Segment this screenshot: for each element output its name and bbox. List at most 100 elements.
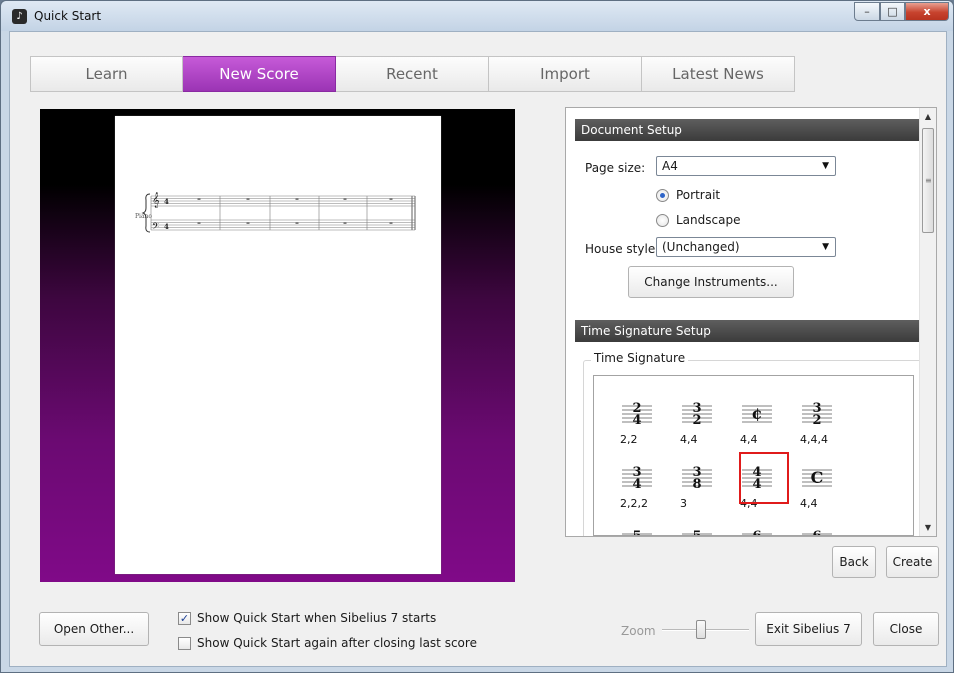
close-icon: x <box>923 5 931 18</box>
time-signature-option[interactable]: 3 2 4,4 <box>676 388 736 450</box>
time-signature-numerator: 6 <box>812 529 821 536</box>
time-signature-numerator: 5 <box>692 529 701 536</box>
window-title: Quick Start <box>34 9 102 23</box>
landscape-label: Landscape <box>676 213 741 227</box>
selection-highlight <box>739 452 789 504</box>
time-signature-option[interactable]: 5 <box>616 516 676 536</box>
time-signature-symbol: ¢ <box>751 404 762 423</box>
beam-grouping-label: 2,2 <box>620 433 638 446</box>
time-signature-denominator: 2 <box>812 413 821 428</box>
scroll-down-icon[interactable]: ▼ <box>920 519 936 536</box>
time-signature-glyph: 32 <box>802 401 832 428</box>
time-signature-option[interactable]: ¢ 4,4 <box>736 388 796 450</box>
svg-text:4: 4 <box>164 197 169 206</box>
time-signature-numerator: 6 <box>752 529 761 536</box>
scrollbar-thumb[interactable]: ≡ <box>922 128 934 233</box>
time-signature-denominator: 4 <box>632 477 641 492</box>
show-again-label: Show Quick Start again after closing las… <box>197 636 477 650</box>
tab-bar: Learn New Score Recent Import Latest New… <box>30 56 798 92</box>
time-signature-glyph: 6 <box>802 529 832 536</box>
minimize-icon: – <box>864 5 870 18</box>
beam-grouping-label: 2,2,2 <box>620 497 648 510</box>
maximize-icon: □ <box>887 5 898 18</box>
setup-panel-scrollbar[interactable]: ▲ ≡ ▼ <box>919 108 936 536</box>
score-preview-page: Piano 𝄞 𝄢 4 4 <box>115 116 441 574</box>
time-signature-denominator: 8 <box>692 477 701 492</box>
time-signature-option[interactable]: 4 4 4,4 <box>736 452 796 514</box>
svg-text:4: 4 <box>164 222 169 231</box>
tab-latest-news[interactable]: Latest News <box>642 56 795 92</box>
page-size-select[interactable]: A4 ▼ <box>656 156 836 176</box>
quick-start-content: Learn New Score Recent Import Latest New… <box>9 31 947 667</box>
time-signature-option[interactable]: 5 <box>676 516 736 536</box>
beam-grouping-label: 4,4,4 <box>800 433 828 446</box>
instrument-label: Piano <box>135 213 152 220</box>
close-window-button[interactable]: x <box>905 2 949 21</box>
piano-staff-preview: Piano 𝄞 𝄢 4 4 <box>135 193 416 234</box>
show-quick-start-checkbox[interactable]: ✓ <box>178 612 191 625</box>
show-quick-start-label: Show Quick Start when Sibelius 7 starts <box>197 611 437 625</box>
time-signature-numerator: 5 <box>632 529 641 536</box>
setup-panel[interactable]: Document Setup Page size: A4 ▼ Portrait … <box>565 107 937 537</box>
time-signature-glyph: 6 <box>742 529 772 536</box>
scroll-up-icon[interactable]: ▲ <box>920 108 936 125</box>
house-style-label: House style <box>585 242 656 256</box>
back-button[interactable]: Back <box>832 546 876 578</box>
svg-text:𝄞: 𝄞 <box>152 193 160 208</box>
page-size-value: A4 <box>662 159 678 173</box>
sibelius-app-icon: ♪ <box>12 9 27 24</box>
time-signature-symbol: C <box>811 468 824 487</box>
house-style-value: (Unchanged) <box>662 240 740 254</box>
time-signature-denominator: 4 <box>632 413 641 428</box>
svg-text:𝄢: 𝄢 <box>152 221 159 234</box>
time-signature-option[interactable]: 2 4 2,2 <box>616 388 676 450</box>
time-signature-list[interactable]: 2 4 2,2 3 2 4,4 ¢ 4,4 3 2 4,4,4 3 4 2,2,2 3 8 3 4 4 4,4 C 4,4… <box>593 375 914 536</box>
time-signature-glyph: 38 <box>682 465 712 492</box>
beam-grouping-label: 4,4 <box>740 433 758 446</box>
time-signature-option[interactable]: 3 4 2,2,2 <box>616 452 676 514</box>
time-signature-option[interactable]: 6 <box>796 516 856 536</box>
tab-learn[interactable]: Learn <box>30 56 183 92</box>
time-signature-glyph: 34 <box>622 465 652 492</box>
time-signature-glyph: C <box>802 468 832 487</box>
time-signature-option[interactable]: 3 2 4,4,4 <box>796 388 856 450</box>
time-signature-option[interactable]: 6 <box>736 516 796 536</box>
time-signature-option[interactable]: C 4,4 <box>796 452 856 514</box>
house-style-select[interactable]: (Unchanged) ▼ <box>656 237 836 257</box>
time-signature-glyph: ¢ <box>742 404 772 423</box>
tab-recent[interactable]: Recent <box>336 56 489 92</box>
create-button[interactable]: Create <box>886 546 939 578</box>
exit-sibelius-button[interactable]: Exit Sibelius 7 <box>755 612 862 646</box>
document-setup-header: Document Setup <box>575 119 921 141</box>
portrait-label: Portrait <box>676 188 721 202</box>
change-instruments-button[interactable]: Change Instruments... <box>628 266 794 298</box>
portrait-radio[interactable] <box>656 189 669 202</box>
time-signature-glyph: 5 <box>682 529 712 536</box>
landscape-radio[interactable] <box>656 214 669 227</box>
maximize-button[interactable]: □ <box>880 2 905 21</box>
zoom-label: Zoom <box>621 624 656 638</box>
page-size-label: Page size: <box>585 161 646 175</box>
beam-grouping-label: 4,4 <box>800 497 818 510</box>
time-signature-group-title: Time Signature <box>591 351 689 365</box>
grip-icon: ≡ <box>925 176 932 185</box>
tab-new-score[interactable]: New Score <box>183 56 336 92</box>
close-button[interactable]: Close <box>873 612 939 646</box>
chevron-down-icon: ▼ <box>822 242 829 252</box>
zoom-slider-thumb[interactable] <box>696 620 707 639</box>
time-signature-setup-header: Time Signature Setup <box>575 320 921 342</box>
time-signature-denominator: 2 <box>692 413 701 428</box>
minimize-button[interactable]: – <box>854 2 880 21</box>
beam-grouping-label: 4,4 <box>680 433 698 446</box>
tab-import[interactable]: Import <box>489 56 642 92</box>
time-signature-glyph: 5 <box>622 529 652 536</box>
show-again-checkbox[interactable] <box>178 637 191 650</box>
time-signature-glyph: 32 <box>682 401 712 428</box>
title-bar[interactable]: ♪ Quick Start – □ x <box>1 1 953 31</box>
open-other-button[interactable]: Open Other... <box>39 612 149 646</box>
quick-start-window: ♪ Quick Start – □ x Learn New Score Rece… <box>0 0 954 673</box>
beam-grouping-label: 3 <box>680 497 687 510</box>
chevron-down-icon: ▼ <box>822 161 829 171</box>
time-signature-option[interactable]: 38 3 <box>676 452 736 514</box>
checkmark-icon: ✓ <box>179 612 190 625</box>
